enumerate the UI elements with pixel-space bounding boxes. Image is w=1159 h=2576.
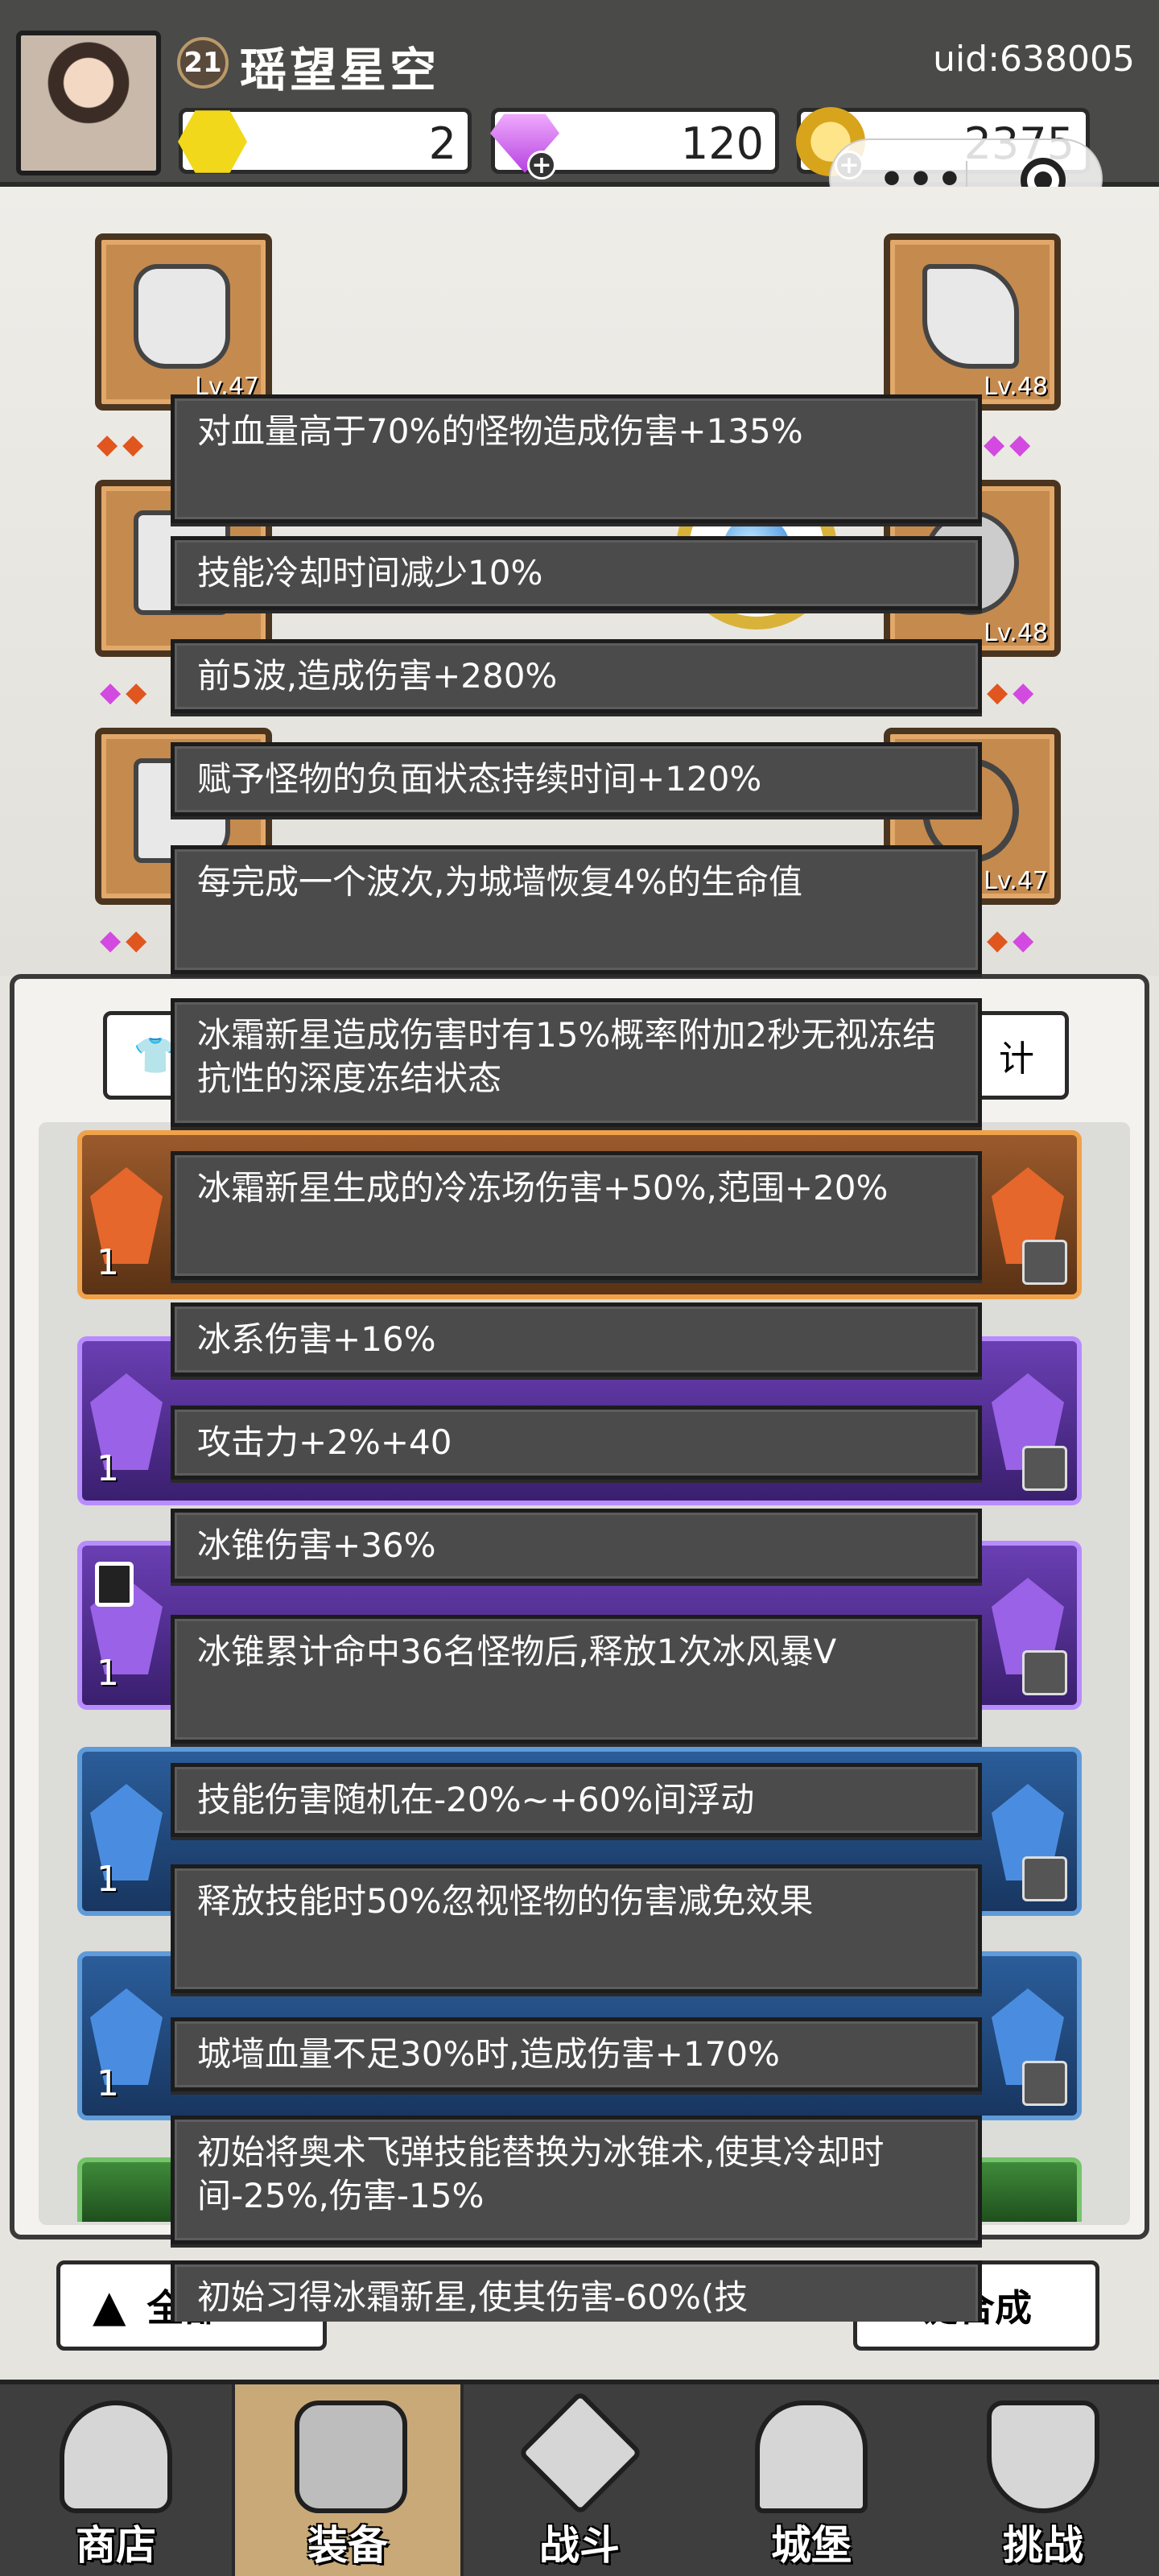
affix-line: 前5波,造成伤害+280%: [171, 639, 982, 713]
item-affix-tooltip: 对血量高于70%的怪物造成伤害+135% 技能冷却时间减少10% 前5波,造成伤…: [171, 394, 982, 2322]
shop-icon: [60, 2401, 172, 2513]
affix-line: 攻击力+2%+40: [171, 1406, 982, 1480]
gem-value: 120: [680, 118, 764, 169]
player-uid: uid:638005: [933, 39, 1135, 80]
swords-icon: [518, 2390, 643, 2516]
castle-icon: [755, 2401, 868, 2513]
affix-line: 对血量高于70%的怪物造成伤害+135%: [171, 394, 982, 523]
affix-line: 赋予怪物的负面状态持续时间+120%: [171, 742, 982, 816]
item-count: 1: [97, 1653, 119, 1694]
player-name: 瑶望星空: [240, 43, 440, 97]
add-gem-button[interactable]: +: [527, 151, 556, 180]
stats-button-label: 计: [999, 1038, 1034, 1080]
shield-icon: [987, 2401, 1099, 2513]
equip-slot-helmet[interactable]: Lv.47: [95, 233, 272, 411]
tab-battle[interactable]: 战斗: [464, 2384, 695, 2576]
quality-diamonds: ◆◆: [100, 924, 152, 956]
tab-label: 战斗: [539, 2522, 620, 2569]
equip-slot-level: Lv.48: [984, 619, 1048, 647]
affix-line: 冰系伤害+16%: [171, 1302, 982, 1377]
tab-label: 城堡: [771, 2522, 852, 2569]
player-level-badge: 21: [177, 37, 229, 89]
quality-diamonds: ◆◆: [97, 428, 149, 460]
tab-equipment[interactable]: 装备: [232, 2384, 464, 2576]
quality-diamonds: ◆◆: [987, 676, 1039, 708]
affix-line: 冰锥累计命中36名怪物后,释放1次冰风暴V: [171, 1615, 982, 1744]
quality-diamonds: ◆◆: [100, 676, 152, 708]
equip-slot-level: Lv.47: [984, 867, 1048, 895]
necklace-type-icon: [1022, 1240, 1067, 1285]
helmet-icon: [134, 264, 230, 369]
affix-line: 城墙血量不足30%时,造成伤害+170%: [171, 2017, 982, 2091]
affix-line: 技能冷却时间减少10%: [171, 536, 982, 610]
tab-castle[interactable]: 城堡: [695, 2384, 927, 2576]
quality-diamonds: ◆◆: [984, 428, 1036, 460]
affix-line: 冰霜新星生成的冷冻场伤害+50%,范围+20%: [171, 1151, 982, 1280]
tab-label: 挑战: [1003, 2522, 1083, 2569]
lock-icon[interactable]: [95, 1562, 134, 1607]
tab-challenge[interactable]: 挑战: [927, 2384, 1159, 2576]
filter-arrow-icon: ▲: [93, 2280, 126, 2331]
affix-line: 初始将奥术飞弹技能替换为冰锥术,使其冷却时间-25%,伤害-15%: [171, 2116, 982, 2244]
affix-line: 初始习得冰霜新星,使其伤害-60%(技: [171, 2260, 982, 2322]
equip-slot-gloves[interactable]: Lv.48: [884, 233, 1061, 411]
affix-line: 技能伤害随机在-20%~+60%间浮动: [171, 1763, 982, 1837]
necklace-type-icon: [1022, 1650, 1067, 1695]
tab-label: 商店: [76, 2522, 156, 2569]
item-count: 1: [97, 1859, 119, 1900]
backpack-icon: [295, 2401, 407, 2513]
affix-line: 冰锥伤害+36%: [171, 1509, 982, 1583]
boots-type-icon: [1022, 1446, 1067, 1491]
gloves-type-icon: [1022, 2061, 1067, 2106]
item-count: 1: [97, 1242, 119, 1283]
quality-diamonds: ◆◆: [987, 924, 1039, 956]
tab-shop[interactable]: 商店: [0, 2384, 232, 2576]
gold-bar-counter: 2: [178, 108, 472, 174]
tab-label: 装备: [307, 2522, 388, 2569]
gold-bar-value: 2: [428, 118, 456, 169]
affix-line: 每完成一个波次,为城墙恢复4%的生命值: [171, 845, 982, 974]
affix-line: 释放技能时50%忽视怪物的伤害减免效果: [171, 1864, 982, 1993]
equip-slot-level: Lv.48: [984, 373, 1048, 401]
item-count: 1: [97, 1448, 119, 1489]
gloves-icon: [922, 264, 1019, 369]
armor-type-icon: [1022, 1856, 1067, 1901]
affix-line: 冰霜新星造成伤害时有15%概率附加2秒无视冻结抗性的深度冻结状态: [171, 998, 982, 1127]
gem-counter: + 120: [490, 108, 779, 180]
bottom-tab-bar: 商店 装备 战斗 城堡 挑战: [0, 2380, 1159, 2576]
player-avatar[interactable]: [16, 31, 161, 175]
gold-bar-icon: [178, 110, 247, 173]
item-count: 1: [97, 2063, 119, 2104]
